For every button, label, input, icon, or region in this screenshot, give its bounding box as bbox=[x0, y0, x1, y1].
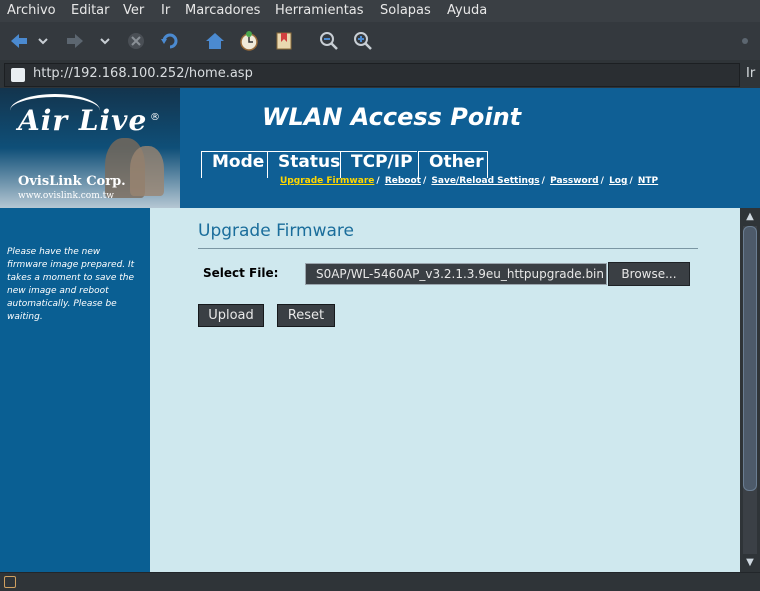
page-icon bbox=[11, 68, 25, 82]
scroll-down-icon[interactable]: ▼ bbox=[743, 556, 757, 570]
menu-herramientas[interactable]: Herramientas bbox=[275, 3, 364, 18]
url-input[interactable]: http://192.168.100.252/home.asp bbox=[4, 63, 740, 87]
reset-button[interactable]: Reset bbox=[277, 304, 335, 327]
menu-archivo[interactable]: Archivo bbox=[7, 3, 56, 18]
airlive-logo: Air Live ® OvisLink Corp. www.ovislink.c… bbox=[0, 88, 180, 208]
reload-icon[interactable] bbox=[159, 30, 181, 52]
back-arrow-icon[interactable] bbox=[8, 30, 30, 52]
tab-tcpip[interactable]: TCP/IP bbox=[340, 151, 417, 178]
link-password[interactable]: Password bbox=[550, 176, 599, 186]
link-separator: / bbox=[600, 176, 604, 186]
stop-icon[interactable] bbox=[125, 30, 147, 52]
scroll-thumb[interactable] bbox=[743, 226, 757, 491]
product-title: WLAN Access Point bbox=[262, 103, 522, 131]
zoom-out-icon[interactable] bbox=[318, 30, 340, 52]
lock-icon[interactable] bbox=[4, 576, 16, 588]
link-separator: / bbox=[629, 176, 633, 186]
link-log[interactable]: Log bbox=[609, 176, 627, 186]
forward-dropdown-icon[interactable] bbox=[98, 30, 112, 52]
link-reboot[interactable]: Reboot bbox=[385, 176, 421, 186]
link-separator: / bbox=[422, 176, 427, 186]
menu-ver[interactable]: Ver bbox=[123, 3, 144, 18]
link-separator: / bbox=[541, 176, 545, 186]
sub-navigation: Upgrade Firmware / Reboot / Save/Reload Se… bbox=[280, 176, 660, 186]
help-sidebar: Please have the new firmware image prepa… bbox=[0, 208, 150, 572]
status-bar bbox=[0, 572, 760, 591]
tab-mode[interactable]: Mode bbox=[201, 151, 269, 178]
link-save-reload-settings[interactable]: Save/Reload Settings bbox=[431, 176, 539, 186]
brand-name: Air Live bbox=[18, 104, 148, 137]
zoom-in-icon[interactable] bbox=[352, 30, 374, 52]
home-icon[interactable] bbox=[204, 30, 226, 52]
registered-mark: ® bbox=[150, 112, 160, 123]
link-upgrade-firmware[interactable]: Upgrade Firmware bbox=[280, 176, 374, 186]
vertical-scrollbar[interactable]: ▲ ▼ bbox=[740, 208, 760, 572]
main-panel: Upgrade Firmware Select File: S0AP/WL-54… bbox=[150, 208, 740, 572]
browse-button[interactable]: Browse... bbox=[608, 262, 690, 286]
select-file-label: Select File: bbox=[203, 266, 279, 280]
menu-marcadores[interactable]: Marcadores bbox=[185, 3, 260, 18]
page-title: Upgrade Firmware bbox=[198, 221, 354, 241]
file-path-value: S0AP/WL-5460AP_v3.2.1.3.9eu_httpupgrade.… bbox=[315, 267, 604, 281]
url-text[interactable]: http://192.168.100.252/home.asp bbox=[33, 66, 253, 81]
navigation-toolbar bbox=[0, 22, 760, 61]
link-ntp[interactable]: NTP bbox=[638, 176, 658, 186]
menu-ayuda[interactable]: Ayuda bbox=[447, 3, 487, 18]
throbber-icon bbox=[738, 30, 752, 52]
forward-arrow-icon[interactable] bbox=[64, 30, 86, 52]
page-content: Air Live ® OvisLink Corp. www.ovislink.c… bbox=[0, 88, 760, 572]
menu-ir[interactable]: Ir bbox=[161, 3, 170, 18]
go-button[interactable]: Ir bbox=[746, 66, 755, 81]
scroll-up-icon[interactable]: ▲ bbox=[743, 210, 757, 224]
page-header: Air Live ® OvisLink Corp. www.ovislink.c… bbox=[0, 88, 760, 208]
tab-other[interactable]: Other bbox=[418, 151, 488, 178]
bookmark-icon[interactable] bbox=[273, 30, 295, 52]
menu-editar[interactable]: Editar bbox=[71, 3, 110, 18]
title-divider bbox=[198, 248, 698, 249]
company-website: www.ovislink.com.tw bbox=[18, 191, 114, 201]
help-text: Please have the new firmware image prepa… bbox=[7, 247, 135, 322]
file-path-input[interactable]: S0AP/WL-5460AP_v3.2.1.3.9eu_httpupgrade.… bbox=[305, 263, 607, 285]
company-name: OvisLink Corp. bbox=[18, 174, 126, 189]
upload-button[interactable]: Upload bbox=[198, 304, 264, 327]
logo-photo-child bbox=[130, 146, 164, 196]
location-bar: http://192.168.100.252/home.asp Ir bbox=[0, 60, 760, 88]
menu-bar: Archivo Editar Ver Ir Marcadores Herrami… bbox=[0, 0, 760, 22]
history-icon[interactable] bbox=[238, 30, 260, 52]
tab-status[interactable]: Status bbox=[267, 151, 340, 178]
link-separator: / bbox=[376, 176, 380, 186]
back-dropdown-icon[interactable] bbox=[36, 30, 50, 52]
menu-solapas[interactable]: Solapas bbox=[380, 3, 431, 18]
